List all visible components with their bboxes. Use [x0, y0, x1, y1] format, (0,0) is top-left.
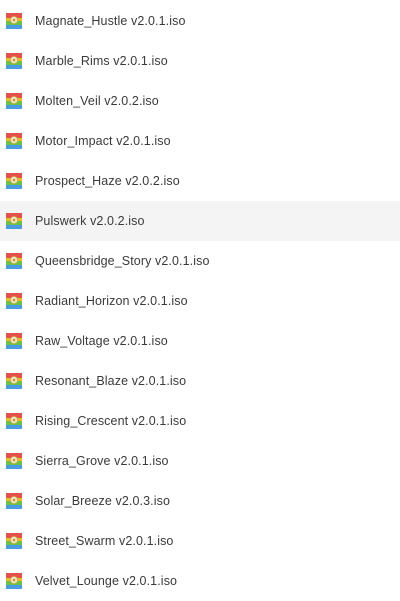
file-row[interactable]: Pulswerk v2.0.2.iso — [0, 201, 400, 241]
file-row[interactable]: Molten_Veil v2.0.2.iso — [0, 81, 400, 121]
file-name: Molten_Veil v2.0.2.iso — [35, 94, 159, 108]
file-row[interactable]: Magnate_Hustle v2.0.1.iso — [0, 1, 400, 41]
file-row[interactable]: Marble_Rims v2.0.1.iso — [0, 41, 400, 81]
file-row[interactable]: Street_Swarm v2.0.1.iso — [0, 521, 400, 561]
file-name: Rising_Crescent v2.0.1.iso — [35, 414, 187, 428]
file-list: Magnate_Hustle v2.0.1.iso Marble_Rims v2.… — [0, 0, 400, 601]
disk-image-icon — [6, 493, 22, 509]
file-name: Raw_Voltage v2.0.1.iso — [35, 334, 168, 348]
disk-image-icon — [6, 13, 22, 29]
disk-image-icon — [6, 333, 22, 349]
disk-image-icon — [6, 93, 22, 109]
file-name: Prospect_Haze v2.0.2.iso — [35, 174, 180, 188]
file-name: Marble_Rims v2.0.1.iso — [35, 54, 168, 68]
file-name: Sierra_Grove v2.0.1.iso — [35, 454, 169, 468]
file-name: Magnate_Hustle v2.0.1.iso — [35, 14, 186, 28]
file-row[interactable]: Solar_Breeze v2.0.3.iso — [0, 481, 400, 521]
file-name: Street_Swarm v2.0.1.iso — [35, 534, 174, 548]
disk-image-icon — [6, 413, 22, 429]
disk-image-icon — [6, 533, 22, 549]
disk-image-icon — [6, 293, 22, 309]
file-row[interactable]: Queensbridge_Story v2.0.1.iso — [0, 241, 400, 281]
disk-image-icon — [6, 173, 22, 189]
file-row[interactable]: Resonant_Blaze v2.0.1.iso — [0, 361, 400, 401]
file-name: Solar_Breeze v2.0.3.iso — [35, 494, 171, 508]
disk-image-icon — [6, 213, 22, 229]
file-row[interactable]: Velvet_Lounge v2.0.1.iso — [0, 561, 400, 601]
disk-image-icon — [6, 373, 22, 389]
disk-image-icon — [6, 253, 22, 269]
file-name: Resonant_Blaze v2.0.1.iso — [35, 374, 187, 388]
file-name: Queensbridge_Story v2.0.1.iso — [35, 254, 210, 268]
file-name: Velvet_Lounge v2.0.1.iso — [35, 574, 178, 588]
disk-image-icon — [6, 53, 22, 69]
file-name: Pulswerk v2.0.2.iso — [35, 214, 145, 228]
file-row[interactable]: Motor_Impact v2.0.1.iso — [0, 121, 400, 161]
file-name: Motor_Impact v2.0.1.iso — [35, 134, 171, 148]
file-row[interactable]: Sierra_Grove v2.0.1.iso — [0, 441, 400, 481]
file-row[interactable]: Raw_Voltage v2.0.1.iso — [0, 321, 400, 361]
file-row[interactable]: Radiant_Horizon v2.0.1.iso — [0, 281, 400, 321]
disk-image-icon — [6, 573, 22, 589]
disk-image-icon — [6, 133, 22, 149]
disk-image-icon — [6, 453, 22, 469]
file-name: Radiant_Horizon v2.0.1.iso — [35, 294, 188, 308]
file-row[interactable]: Rising_Crescent v2.0.1.iso — [0, 401, 400, 441]
file-row[interactable]: Prospect_Haze v2.0.2.iso — [0, 161, 400, 201]
